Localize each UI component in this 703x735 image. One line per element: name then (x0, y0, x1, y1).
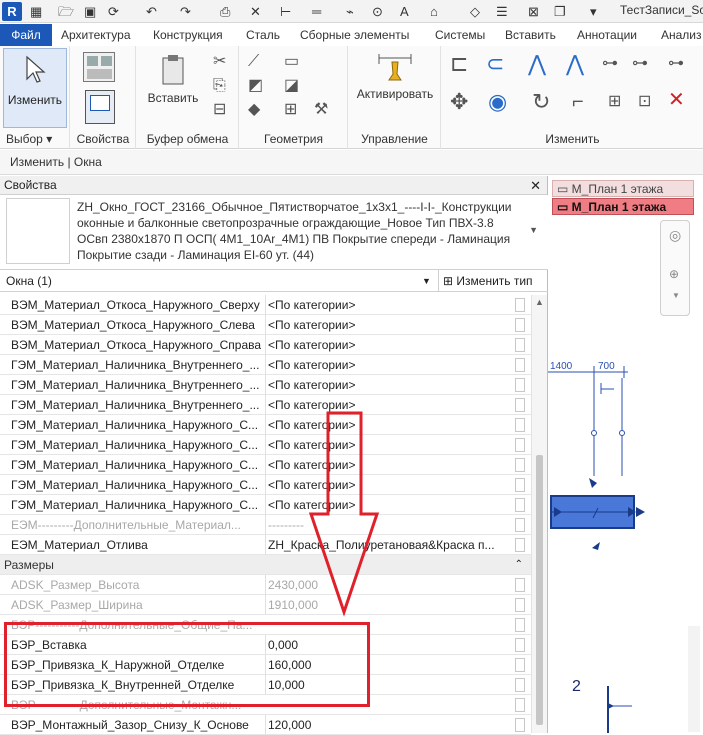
grid-label: 2 (572, 678, 581, 695)
dimension-label: 700 (598, 361, 615, 372)
annotation-highlight-box (4, 622, 370, 707)
annotation-arrow (308, 411, 380, 617)
view-scrollbar[interactable] (688, 626, 700, 732)
dimension-label: 1400 (550, 361, 573, 372)
drawing-view: ▭ М_План 1 этажа ▭ М_План 1 этажа ◎ ⊕ ▼ … (548, 176, 703, 733)
plan-drawing: 1400 700 2 (548, 361, 645, 733)
